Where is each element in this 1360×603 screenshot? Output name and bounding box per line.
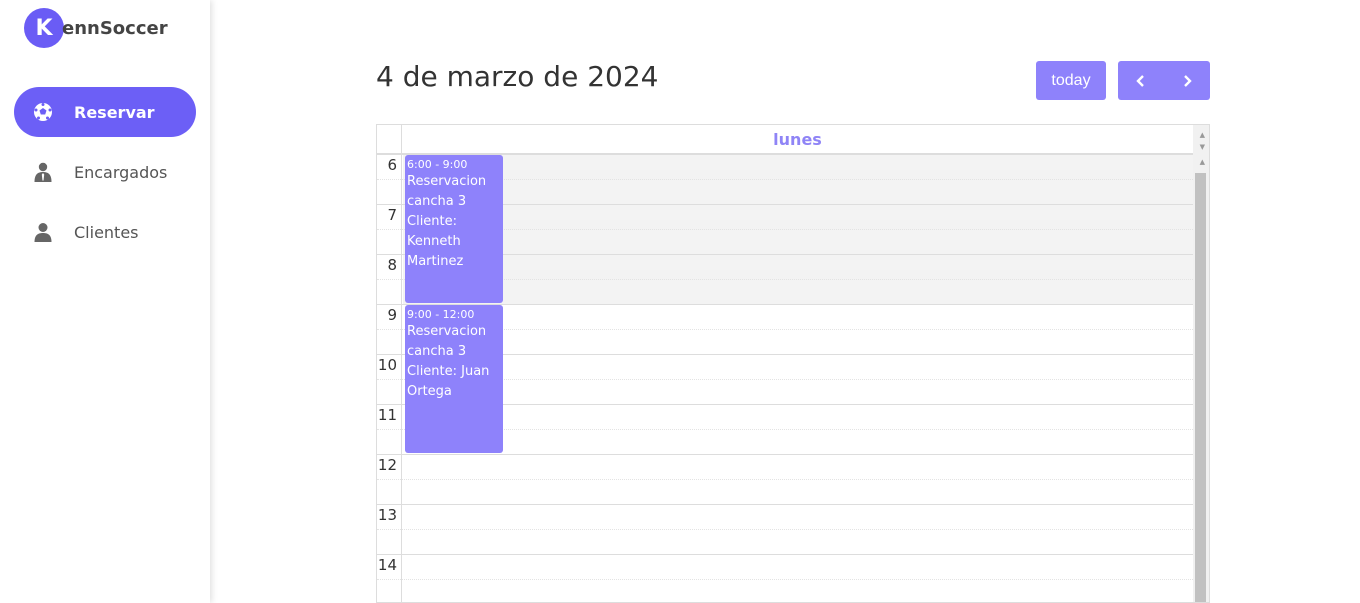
event-title: Reservacion cancha 3 Cliente: Juan Orteg… [407,324,490,399]
day-column-header[interactable]: lunes [402,125,1193,154]
hour-label: 8 [387,256,397,274]
hour-label: 7 [387,206,397,224]
time-slot[interactable] [377,479,1193,504]
next-button[interactable] [1164,61,1210,100]
sidebar: K ennSoccer Reservar Encargados Clientes [0,0,210,603]
time-slot[interactable] [377,529,1193,554]
event-time: 6:00 - 9:00 [407,158,468,171]
hour-label: 6 [387,156,397,174]
logo-badge: K [24,8,64,48]
calendar: lunes 6 7 8 9 10 11 12 13 14 6:00 - 9:00… [376,124,1210,603]
vertical-scrollbar[interactable]: ▲ ▼ ▲ [1193,125,1209,602]
hour-label: 14 [377,556,397,574]
app-logo[interactable]: K ennSoccer [24,8,168,48]
chevron-right-icon [1184,74,1192,87]
soccer-ball-icon [32,101,54,123]
logo-text: ennSoccer [62,17,168,39]
axis-header [377,125,402,154]
sidebar-item-reservar[interactable]: Reservar [14,87,196,137]
time-slot[interactable] [377,554,1193,579]
hour-label: 13 [377,506,397,524]
scroll-up-icon[interactable]: ▲ [1200,158,1205,166]
hour-label: 9 [387,306,397,324]
time-slot[interactable] [377,504,1193,529]
sidebar-item-encargados[interactable]: Encargados [14,147,196,197]
time-axis: 6 7 8 9 10 11 12 13 14 [377,154,402,602]
time-slot[interactable] [377,579,1193,602]
time-grid[interactable]: 6 7 8 9 10 11 12 13 14 6:00 - 9:00 Reser… [377,154,1193,602]
event-title: Reservacion cancha 3 Cliente: Kenneth Ma… [407,174,487,269]
user-icon [32,221,54,243]
sidebar-item-label: Reservar [74,102,155,122]
page-title: 4 de marzo de 2024 [376,60,659,93]
manager-icon [32,161,54,183]
time-slot[interactable] [377,454,1193,479]
today-button[interactable]: today [1036,61,1106,100]
hour-label: 10 [377,356,397,374]
event-card[interactable]: 6:00 - 9:00 Reservacion cancha 3 Cliente… [405,155,503,303]
hour-label: 11 [377,406,397,424]
scroll-up-icon[interactable]: ▲ [1200,131,1205,139]
scroll-down-icon[interactable]: ▼ [1200,143,1205,151]
hour-label: 12 [377,456,397,474]
event-card[interactable]: 9:00 - 12:00 Reservacion cancha 3 Client… [405,305,503,453]
calendar-header: lunes [377,125,1193,154]
sidebar-item-label: Encargados [74,162,168,182]
prev-button[interactable] [1118,61,1164,100]
chevron-left-icon [1136,74,1144,87]
scrollbar-thumb[interactable] [1195,173,1206,602]
sidebar-item-label: Clientes [74,222,139,242]
event-time: 9:00 - 12:00 [407,308,475,321]
sidebar-item-clientes[interactable]: Clientes [14,207,196,257]
